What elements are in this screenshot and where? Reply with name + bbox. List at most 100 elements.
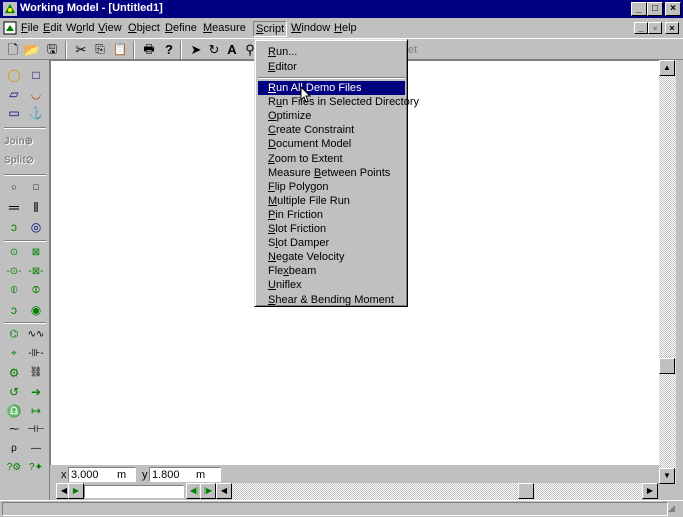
scroll-right-button[interactable]: ▶ <box>642 483 658 499</box>
help-question-icon[interactable]: ? <box>159 41 179 59</box>
damper-point-icon[interactable]: ⌖ <box>4 345 24 363</box>
close-button[interactable]: × <box>665 2 681 16</box>
menu-item-slot-damper[interactable]: Slot Damper <box>258 236 405 250</box>
copy-icon[interactable]: ⎘ <box>90 41 110 59</box>
menu-help[interactable]: Help <box>334 22 357 34</box>
rigid-joint-icon[interactable]: ⊠ <box>26 244 46 262</box>
resize-grip-icon[interactable]: ◢ <box>668 503 675 514</box>
pin-joint-icon[interactable]: ⊙ <box>4 244 24 262</box>
cut-icon[interactable]: ✂ <box>71 41 91 59</box>
mdi-restore-button[interactable]: ▫ <box>648 22 662 34</box>
menu-item-document-model[interactable]: Document Model <box>258 137 405 151</box>
new-file-icon[interactable]: 🗋 <box>3 41 23 59</box>
working-model-app-icon[interactable] <box>3 2 17 16</box>
damper-icon[interactable]: -⊪- <box>26 345 46 363</box>
menu-item-negate-velocity[interactable]: Negate Velocity <box>258 250 405 264</box>
curved-slot-joint-icon[interactable]: ↄ <box>4 301 24 319</box>
rectangle-tool-icon[interactable]: □ <box>26 66 46 84</box>
separator-icon[interactable]: ⁓ <box>4 421 24 439</box>
menu-item-run[interactable]: Run... <box>258 45 405 59</box>
horizontal-scroll-thumb[interactable] <box>518 483 534 499</box>
vertical-scroll-thumb[interactable] <box>659 358 675 374</box>
menu-item-run-all-demo-files[interactable]: Run All Demo Files <box>258 81 405 95</box>
tape-step-button[interactable]: ▶ <box>68 483 84 499</box>
minimize-button[interactable]: _ <box>631 2 647 16</box>
menu-file[interactable]: File <box>21 22 39 34</box>
menu-item-multiple-file-run[interactable]: Multiple File Run <box>258 194 405 208</box>
keyed-slot-icon[interactable]: ◎ <box>26 218 46 236</box>
maximize-button[interactable]: □ <box>647 2 663 16</box>
arrow-pointer-icon[interactable]: ➤ <box>186 41 206 59</box>
force-icon[interactable]: ➔ <box>26 383 46 401</box>
menu-item-uniflex[interactable]: Uniflex <box>258 278 405 292</box>
curved-body-tool-icon[interactable]: ◡ <box>26 85 46 103</box>
spring-point-icon[interactable]: ⌬ <box>4 326 24 344</box>
menu-item-shear-bending-moment[interactable]: Shear & Bending Moment <box>258 293 405 307</box>
y-coordinate-field[interactable]: 1.800 m <box>149 467 221 482</box>
menu-script[interactable]: Script <box>253 21 288 37</box>
menu-view[interactable]: View <box>98 22 122 34</box>
gear-icon[interactable]: ⚙ <box>4 364 24 382</box>
scroll-up-button[interactable]: ▲ <box>659 60 675 76</box>
square-point-tool-icon[interactable]: □ <box>26 178 46 196</box>
horizontal-slot-icon[interactable]: ═ <box>4 198 24 216</box>
join-button[interactable]: Join⊕ <box>4 136 46 147</box>
menu-object[interactable]: Object <box>128 22 160 34</box>
tape-forward-button[interactable]: |▶ <box>200 483 216 499</box>
rod-icon[interactable]: ↦ <box>26 402 46 420</box>
circle-tool-icon[interactable]: ◯ <box>4 66 24 84</box>
menu-item-editor[interactable]: Editor <box>258 60 405 74</box>
print-icon[interactable]: 🖶 <box>139 41 159 59</box>
menu-item-create-constraint[interactable]: Create Constraint <box>258 123 405 137</box>
menu-item-zoom-to-extent[interactable]: Zoom to Extent <box>258 152 405 166</box>
curved-keyed-joint-icon[interactable]: ◉ <box>26 301 46 319</box>
help-tool-alt-icon[interactable]: ?✦ <box>26 459 46 477</box>
horizontal-keyed-joint-icon[interactable]: -⊠- <box>26 263 46 281</box>
scroll-down-button[interactable]: ▼ <box>659 468 675 484</box>
document-icon[interactable] <box>3 21 17 35</box>
menu-item-flexbeam[interactable]: Flexbeam <box>258 264 405 278</box>
title-bar[interactable]: Working Model - [Untitled1] _ □ × <box>0 0 683 18</box>
curved-slot-icon[interactable]: ↄ <box>4 218 24 236</box>
menu-world[interactable]: World <box>66 22 95 34</box>
text-tool-icon[interactable]: A <box>222 41 242 59</box>
menu-item-optimize[interactable]: Optimize <box>258 109 405 123</box>
horizontal-slot-joint-icon[interactable]: -⊙- <box>4 263 24 281</box>
spring-icon[interactable]: ∿∿ <box>26 326 46 344</box>
vertical-keyed-joint-icon[interactable]: ⦷ <box>26 282 46 300</box>
torque-icon[interactable]: ρ <box>4 440 24 458</box>
split-button[interactable]: Split⊘ <box>4 155 46 166</box>
open-folder-icon[interactable]: 📂 <box>22 41 42 59</box>
motor-icon[interactable]: ↺ <box>4 383 24 401</box>
menu-item-flip-polygon[interactable]: Flip Polygon <box>258 180 405 194</box>
menu-measure[interactable]: Measure <box>203 22 246 34</box>
vertical-slot-icon[interactable]: ‖ <box>26 198 46 216</box>
mdi-minimize-button[interactable]: _ <box>634 22 648 34</box>
x-coordinate-field[interactable]: 3.000 m <box>68 467 136 482</box>
mdi-close-button[interactable]: × <box>665 22 679 34</box>
menu-item-measure-between-points[interactable]: Measure Between Points <box>258 166 405 180</box>
rotate-icon[interactable]: ↻ <box>204 41 224 59</box>
actuator-icon[interactable]: ⊣⊢ <box>26 421 46 439</box>
save-disk-icon[interactable]: 🖫 <box>42 41 62 59</box>
horizontal-scroll-track[interactable] <box>232 483 642 500</box>
menu-item-slot-friction[interactable]: Slot Friction <box>258 222 405 236</box>
menu-item-run-files-in-selected-directory[interactable]: Run Files in Selected Directory <box>258 95 419 109</box>
paste-icon[interactable]: 📋 <box>110 41 130 59</box>
pulley-icon[interactable]: ⛓ <box>26 364 46 382</box>
line-icon[interactable]: — <box>26 440 46 458</box>
polygon-tool-icon[interactable]: ▱ <box>4 85 24 103</box>
vertical-scrollbar[interactable]: ▲ ▼ <box>659 60 676 484</box>
menu-window[interactable]: Window <box>291 22 330 34</box>
rope-icon[interactable]: ♎ <box>4 402 24 420</box>
menu-define[interactable]: Define <box>165 22 197 34</box>
point-tool-icon[interactable]: ○ <box>4 178 24 196</box>
help-tool-icon[interactable]: ?⚙ <box>4 459 24 477</box>
square-tool-icon[interactable]: ▭ <box>4 104 24 122</box>
scroll-left-button[interactable]: ◀ <box>216 483 232 499</box>
vertical-slot-joint-icon[interactable]: ⦶ <box>4 282 24 300</box>
menu-item-pin-friction[interactable]: Pin Friction <box>258 208 405 222</box>
menu-edit[interactable]: Edit <box>43 22 62 34</box>
anchor-tool-icon[interactable]: ⚓ <box>26 104 46 122</box>
tape-progress-track[interactable] <box>84 485 184 498</box>
